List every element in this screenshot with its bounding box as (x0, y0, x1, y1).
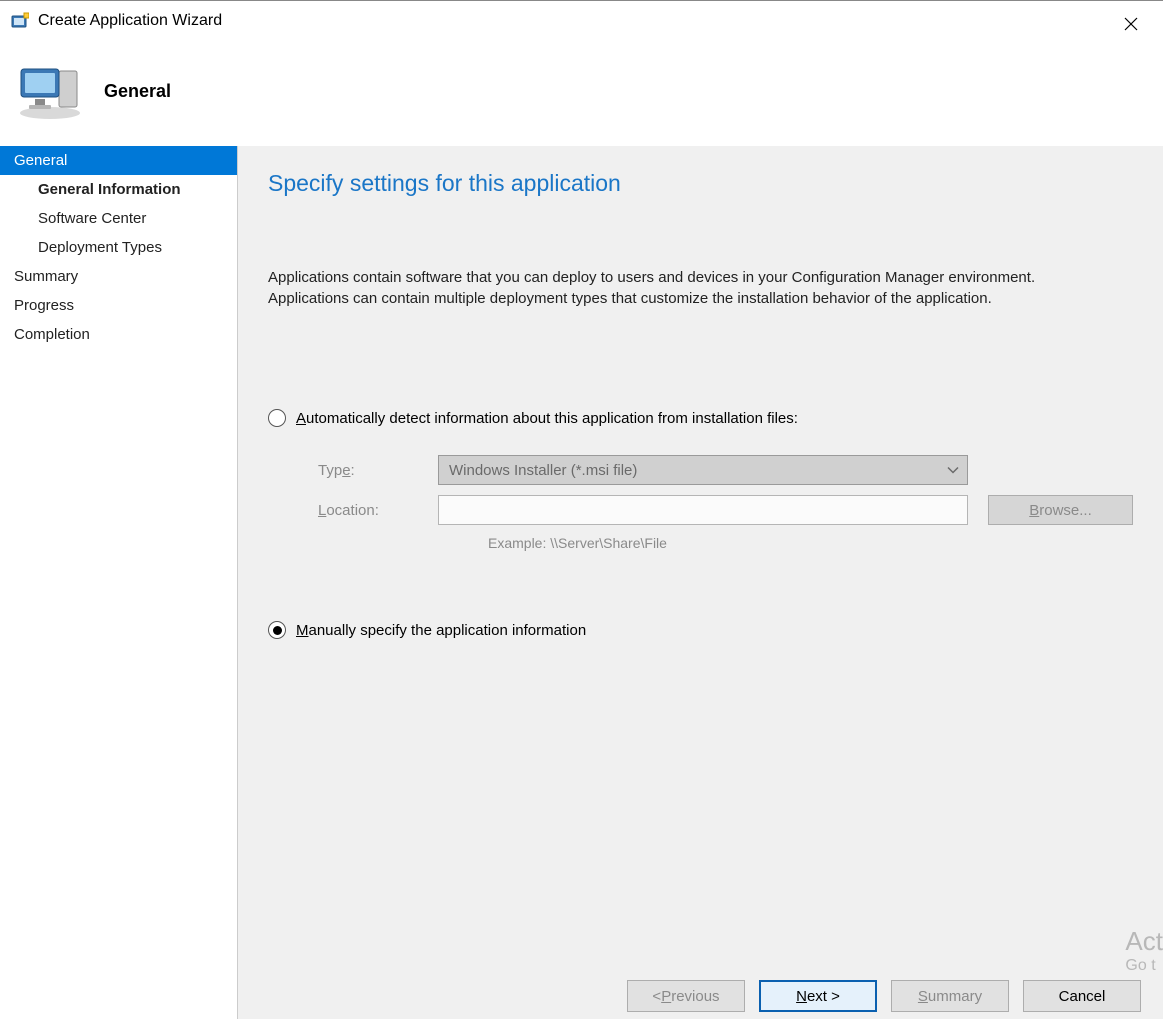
type-select: Windows Installer (*.msi file) (438, 455, 968, 485)
location-example: Example: \\Server\Share\File (488, 535, 1133, 551)
radio-auto[interactable] (268, 409, 286, 427)
summary-button: Summary (891, 980, 1009, 1012)
location-input (438, 495, 968, 525)
sidebar-step-progress[interactable]: Progress (0, 291, 237, 320)
section-description: Applications contain software that you c… (268, 267, 1118, 309)
body: General General Information Software Cen… (0, 146, 1163, 1019)
window-title: Create Application Wizard (38, 12, 222, 30)
wizard-footer: < Previous Next > Summary Cancel (238, 973, 1163, 1019)
type-select-value: Windows Installer (*.msi file) (449, 462, 637, 479)
activation-watermark: Act Go t (1125, 927, 1163, 975)
app-icon (10, 11, 30, 31)
header-band: General (0, 41, 1163, 141)
auto-form: Type: Windows Installer (*.msi file) Loc… (318, 455, 1133, 551)
sidebar-step-summary[interactable]: Summary (0, 262, 237, 291)
sidebar-step-general-information[interactable]: General Information (0, 175, 237, 204)
sidebar-step-software-center[interactable]: Software Center (0, 204, 237, 233)
radio-manual-row: Manually specify the application informa… (268, 621, 1133, 639)
radio-auto-label: Automatically detect information about t… (296, 410, 798, 427)
page-heading: General (104, 81, 171, 102)
sidebar-step-deployment-types[interactable]: Deployment Types (0, 233, 237, 262)
sidebar-step-general[interactable]: General (0, 146, 237, 175)
wizard-sidebar: General General Information Software Cen… (0, 146, 238, 1019)
browse-button: Browse... (988, 495, 1133, 525)
cancel-button[interactable]: Cancel (1023, 980, 1141, 1012)
radio-manual[interactable] (268, 621, 286, 639)
titlebar: Create Application Wizard (0, 1, 1163, 41)
next-button[interactable]: Next > (759, 980, 877, 1012)
wizard-window: Create Application Wizard General Genera (0, 0, 1163, 1019)
section-title: Specify settings for this application (268, 170, 1133, 197)
previous-button: < Previous (627, 980, 745, 1012)
sidebar-step-completion[interactable]: Completion (0, 320, 237, 349)
chevron-down-icon (947, 462, 959, 479)
main-content: Specify settings for this application Ap… (238, 146, 1163, 1019)
location-label: Location: (318, 502, 438, 519)
wizard-icon (10, 51, 90, 131)
radio-auto-row: Automatically detect information about t… (268, 409, 1133, 427)
type-label: Type: (318, 462, 438, 479)
radio-manual-label: Manually specify the application informa… (296, 622, 586, 639)
close-button[interactable] (1113, 11, 1149, 37)
